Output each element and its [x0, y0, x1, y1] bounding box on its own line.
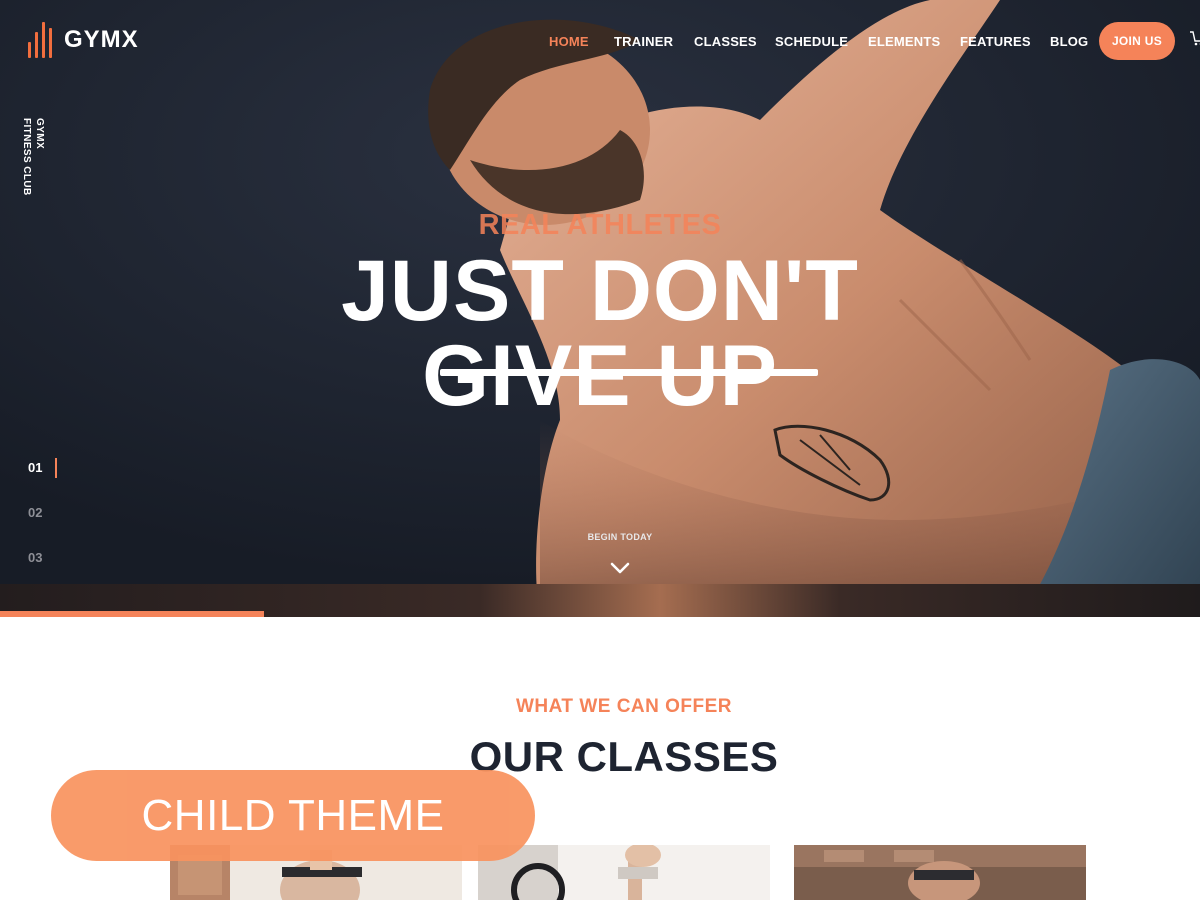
- side-label-brand: GYMX: [34, 118, 45, 150]
- child-theme-label: CHILD THEME: [141, 790, 445, 840]
- slide-number-1[interactable]: 01: [28, 460, 42, 475]
- slide-number-3[interactable]: 03: [28, 550, 42, 565]
- slider-progress-bar: [0, 611, 264, 617]
- chevron-down-icon[interactable]: [610, 562, 630, 574]
- hero-kicker: REAL ATHLETES: [478, 209, 722, 241]
- nav-item-elements[interactable]: ELEMENTS: [868, 34, 940, 49]
- slide-number-2[interactable]: 02: [28, 505, 42, 520]
- begin-today-link[interactable]: BEGIN TODAY: [0, 532, 1200, 542]
- nav-item-home[interactable]: HOME: [549, 34, 589, 49]
- child-theme-badge: CHILD THEME: [51, 770, 535, 861]
- hero-title-line-1: JUST DON'T: [341, 243, 859, 339]
- nav-item-trainer[interactable]: TRAINER: [614, 34, 673, 49]
- side-vertical-label: GYMX FITNESS CLUB: [20, 118, 46, 196]
- class-card-image: [478, 845, 770, 900]
- hero-title-line-2: GIVE UP: [422, 328, 778, 424]
- hero-strike-line: [440, 369, 818, 376]
- side-label-club: FITNESS CLUB: [21, 118, 32, 196]
- nav-item-schedule[interactable]: SCHEDULE: [775, 34, 848, 49]
- join-us-button[interactable]: JOIN US: [1099, 22, 1175, 60]
- nav-item-blog[interactable]: BLOG: [1050, 34, 1088, 49]
- active-slide-indicator: [55, 458, 57, 478]
- nav-item-features[interactable]: FEATURES: [960, 34, 1031, 49]
- class-card-2[interactable]: [478, 845, 770, 900]
- main-nav: HOME TRAINER CLASSES SCHEDULE ELEMENTS F…: [0, 34, 1200, 49]
- class-card-3[interactable]: [794, 845, 1086, 900]
- hero-section: GYMX HOME TRAINER CLASSES SCHEDULE ELEME…: [0, 0, 1200, 617]
- nav-item-classes[interactable]: CLASSES: [694, 34, 757, 49]
- class-card-image: [794, 845, 1086, 900]
- cart-icon[interactable]: [1189, 30, 1200, 48]
- classes-kicker: WHAT WE CAN OFFER: [515, 696, 733, 717]
